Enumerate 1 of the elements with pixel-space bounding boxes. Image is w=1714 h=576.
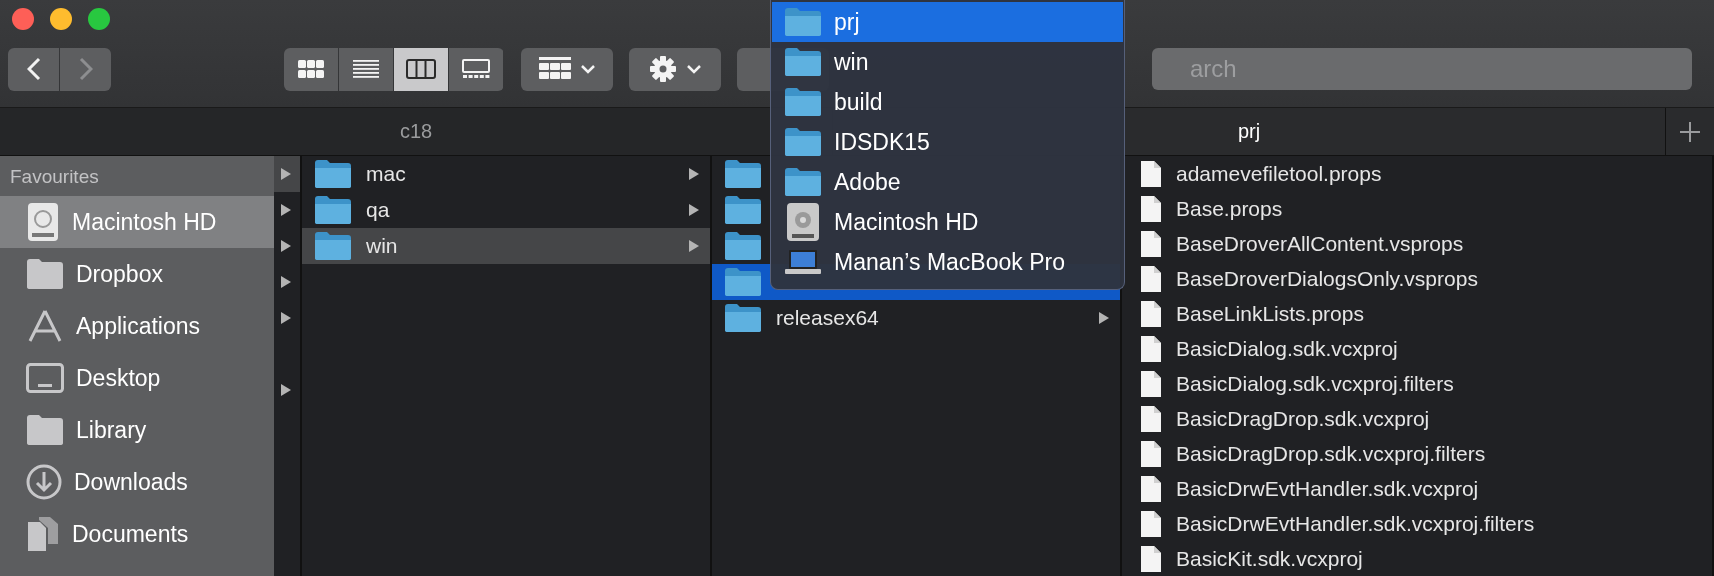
sidebar-heading: Favourites [9, 166, 100, 189]
